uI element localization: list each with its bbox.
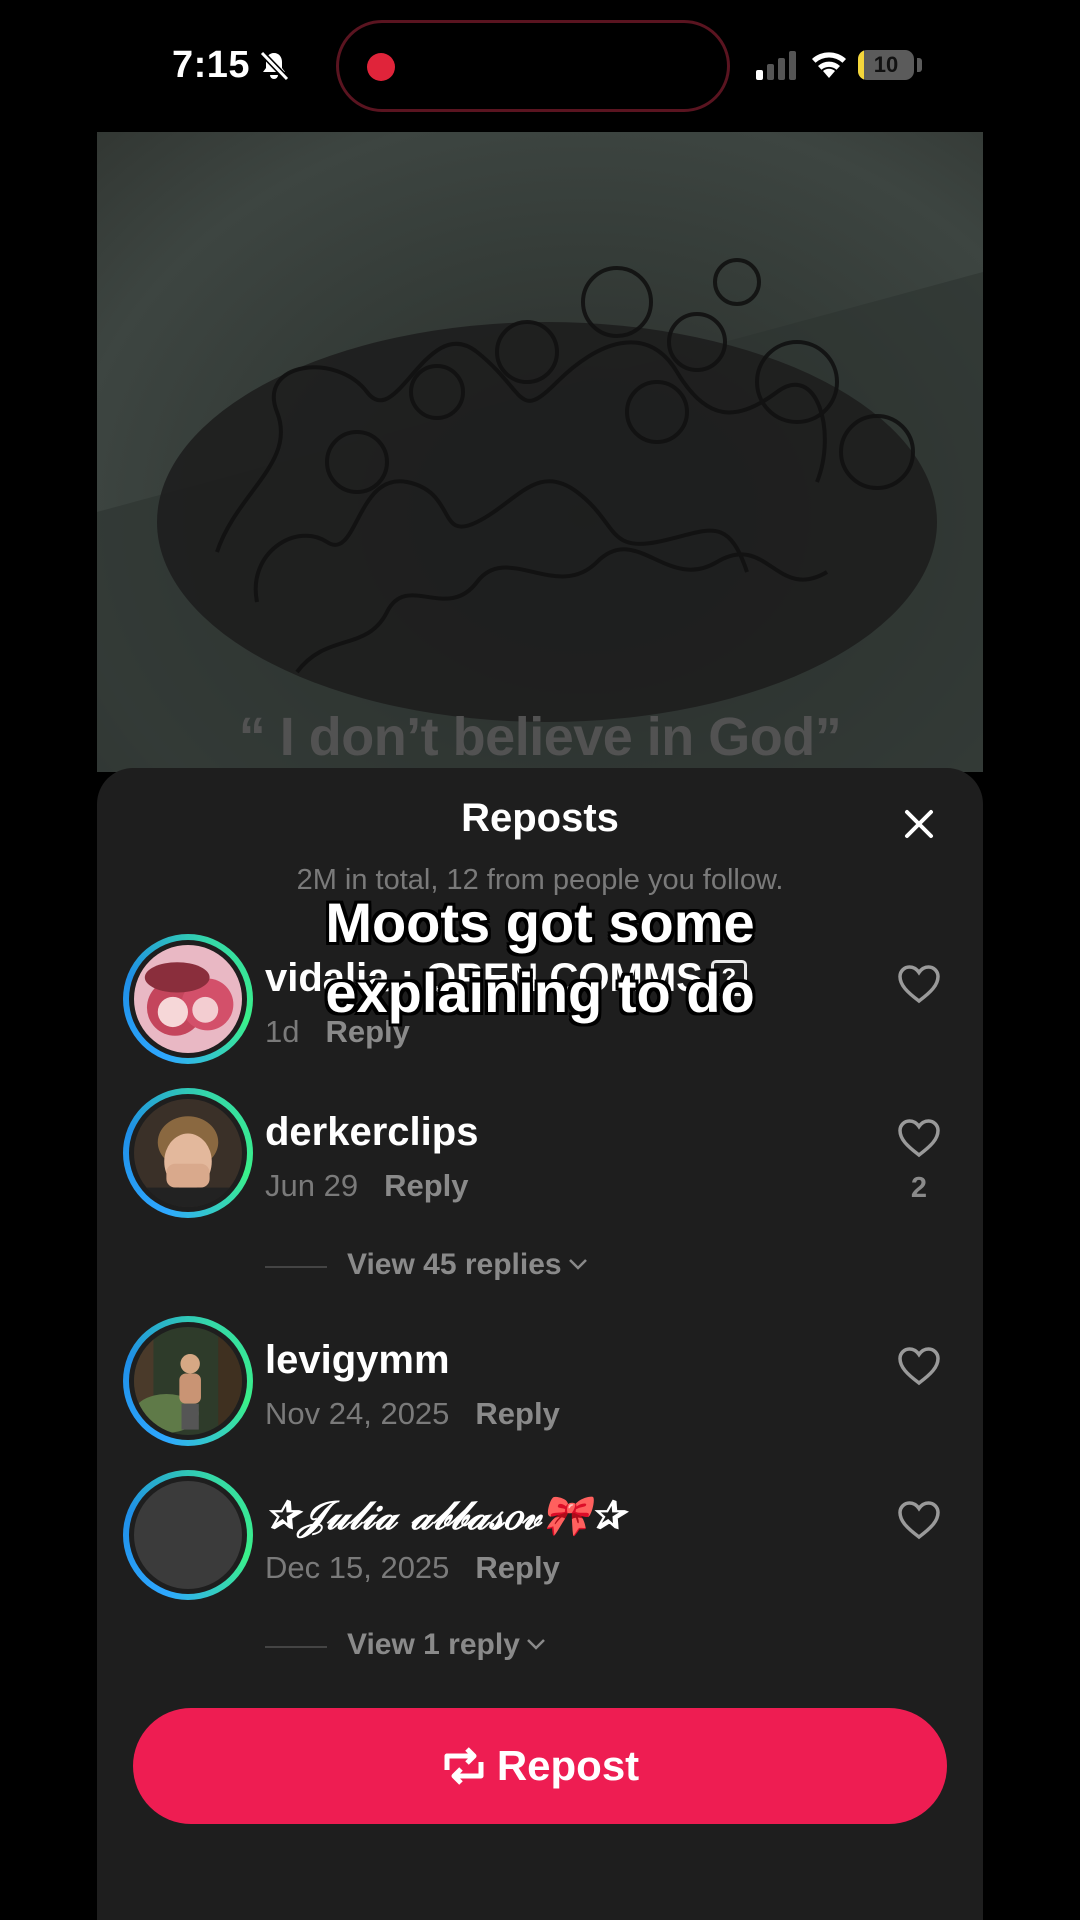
recording-indicator	[367, 53, 395, 81]
repost-time: Nov 24, 2025	[265, 1396, 450, 1431]
view-replies-label: View 45 replies	[347, 1248, 562, 1281]
avatar-image	[134, 1099, 242, 1207]
chevron-down-icon	[568, 1259, 587, 1270]
signal-icon	[756, 51, 796, 80]
avatar[interactable]	[123, 1316, 253, 1446]
heart-icon[interactable]	[897, 1118, 941, 1158]
repost-icon	[444, 1747, 484, 1785]
avatar-image	[134, 1481, 242, 1589]
divider	[265, 1646, 327, 1648]
heart-icon[interactable]	[897, 1346, 941, 1386]
battery-level: 10	[873, 52, 899, 77]
wifi-icon	[812, 52, 846, 78]
list-item[interactable]: levigymm Nov 24, 2025 Reply	[97, 1316, 983, 1448]
video-image	[97, 258, 983, 772]
reply-button[interactable]: Reply	[384, 1168, 468, 1203]
overlay-caption-line1: Moots got some	[325, 891, 755, 954]
battery-icon: 10	[858, 50, 914, 80]
username[interactable]: levigymm	[265, 1338, 450, 1383]
repost-time: Jun 29	[265, 1168, 359, 1203]
like-count: 2	[910, 1172, 928, 1204]
close-icon[interactable]	[903, 808, 935, 840]
repost-button[interactable]: Repost	[133, 1708, 947, 1824]
sheet-title: Reposts	[461, 796, 619, 840]
divider	[265, 1266, 327, 1268]
status-bar: 7:15 10	[0, 0, 1080, 130]
avatar[interactable]	[123, 1470, 253, 1600]
reply-button[interactable]: Reply	[475, 1396, 559, 1431]
video-background: “ I don’t believe in God”	[97, 132, 983, 772]
bell-slash-icon	[259, 50, 290, 82]
avatar[interactable]	[123, 1088, 253, 1218]
battery-nub	[917, 58, 922, 72]
username[interactable]: derkerclips	[265, 1110, 478, 1155]
repost-time: Dec 15, 2025	[265, 1550, 450, 1585]
overlay-caption: Moots got some explaining to do	[0, 888, 1080, 1028]
repost-meta: Nov 24, 2025 Reply	[265, 1396, 560, 1432]
status-time: 7:15	[172, 44, 251, 86]
dynamic-island	[336, 20, 730, 112]
reply-button[interactable]: Reply	[475, 1550, 559, 1585]
overlay-caption-line2: explaining to do	[325, 961, 755, 1024]
list-item[interactable]: ✰𝒥𝓊𝓁𝒾𝒶 𝒶𝒷𝒷𝒶𝓈𝑜𝓋🎀✰ Dec 15, 2025 Reply	[97, 1470, 983, 1602]
heart-icon[interactable]	[897, 1500, 941, 1540]
repost-label: Repost	[496, 1742, 640, 1789]
repost-meta: Dec 15, 2025 Reply	[265, 1550, 560, 1586]
screen: 7:15 10 “ I don’t believe in God” Repost…	[0, 0, 1080, 1920]
username[interactable]: ✰𝒥𝓊𝓁𝒾𝒶 𝒶𝒷𝒷𝒶𝓈𝑜𝓋🎀✰	[265, 1492, 624, 1539]
video-caption: “ I don’t believe in God”	[238, 707, 842, 767]
list-item[interactable]: derkerclips Jun 29 Reply 2	[97, 1088, 983, 1220]
chevron-down-icon	[527, 1639, 545, 1650]
repost-meta: Jun 29 Reply	[265, 1168, 469, 1204]
view-replies-label: View 1 reply	[347, 1628, 520, 1661]
avatar-image	[134, 1327, 242, 1435]
